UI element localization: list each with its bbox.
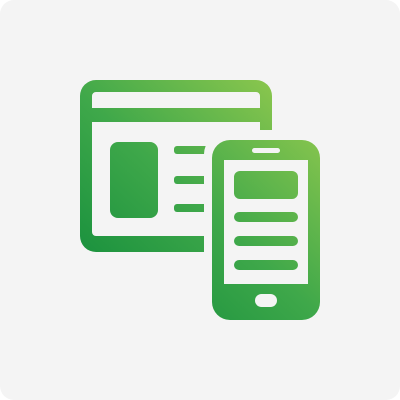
phone-home-button — [255, 294, 277, 307]
responsive-devices-icon — [80, 80, 330, 328]
phone-image-block — [234, 171, 298, 199]
window-dot-icon — [133, 96, 143, 106]
phone-text-line — [234, 260, 298, 270]
window-dot-icon — [115, 96, 125, 106]
browser-image-block — [110, 142, 158, 218]
phone-speaker — [252, 148, 280, 153]
phone-text-line — [234, 212, 298, 222]
smartphone-icon — [204, 134, 330, 328]
icon-tile — [0, 0, 400, 400]
phone-text-line — [234, 236, 298, 246]
window-dot-icon — [97, 96, 107, 106]
